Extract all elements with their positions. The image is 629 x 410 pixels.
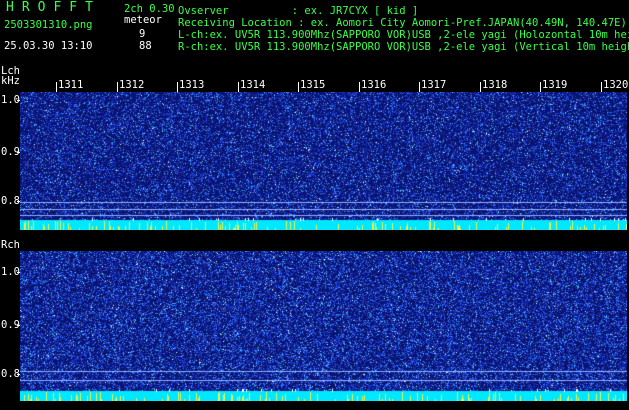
time-tick-mark xyxy=(540,82,541,92)
lch-spectrogram xyxy=(20,92,627,230)
time-tick-mark xyxy=(480,82,481,92)
observer-info: Ovserver : ex. JR7CYX [ kid ] xyxy=(178,5,419,17)
time-tick-label: 1312 xyxy=(119,79,145,91)
time-tick-mark xyxy=(56,82,57,92)
location-info: Receiving Location : ex. Aomori City Aom… xyxy=(178,17,627,29)
meteor-count-rch: 88 xyxy=(139,40,152,52)
time-tick-label: 1320 xyxy=(603,79,629,91)
time-tick-mark xyxy=(601,82,602,92)
timestamp-label: 25.03.30 13:10 xyxy=(4,40,93,52)
time-tick-label: 1311 xyxy=(58,79,84,91)
time-tick-mark xyxy=(177,82,178,92)
time-tick-mark xyxy=(419,82,420,92)
meteor-label: meteor xyxy=(124,14,162,26)
time-tick-label: 1319 xyxy=(542,79,568,91)
lch-unit-label: kHz xyxy=(1,75,20,87)
app-title: HROFFT xyxy=(6,0,101,15)
time-tick-mark xyxy=(298,82,299,92)
time-tick-label: 1318 xyxy=(482,79,508,91)
time-tick-label: 1313 xyxy=(179,79,205,91)
rch-spectrogram xyxy=(20,251,627,401)
rch-info: R-ch:ex. UV5R 113.900Mhz(SAPPORO VOR)USB… xyxy=(178,41,629,53)
time-tick-label: 1316 xyxy=(361,79,387,91)
time-tick-mark xyxy=(117,82,118,92)
time-tick-label: 1317 xyxy=(421,79,447,91)
rch-label: Rch xyxy=(1,239,20,251)
lch-info: L-ch:ex. UV5R 113.900Mhz(SAPPORO VOR)USB… xyxy=(178,29,629,41)
time-tick-mark xyxy=(238,82,239,92)
meteor-count-lch: 9 xyxy=(139,28,146,40)
time-tick-mark xyxy=(359,82,360,92)
time-tick-label: 1314 xyxy=(240,79,266,91)
filename-label: 2503301310.png xyxy=(4,19,93,31)
time-tick-label: 1315 xyxy=(300,79,326,91)
